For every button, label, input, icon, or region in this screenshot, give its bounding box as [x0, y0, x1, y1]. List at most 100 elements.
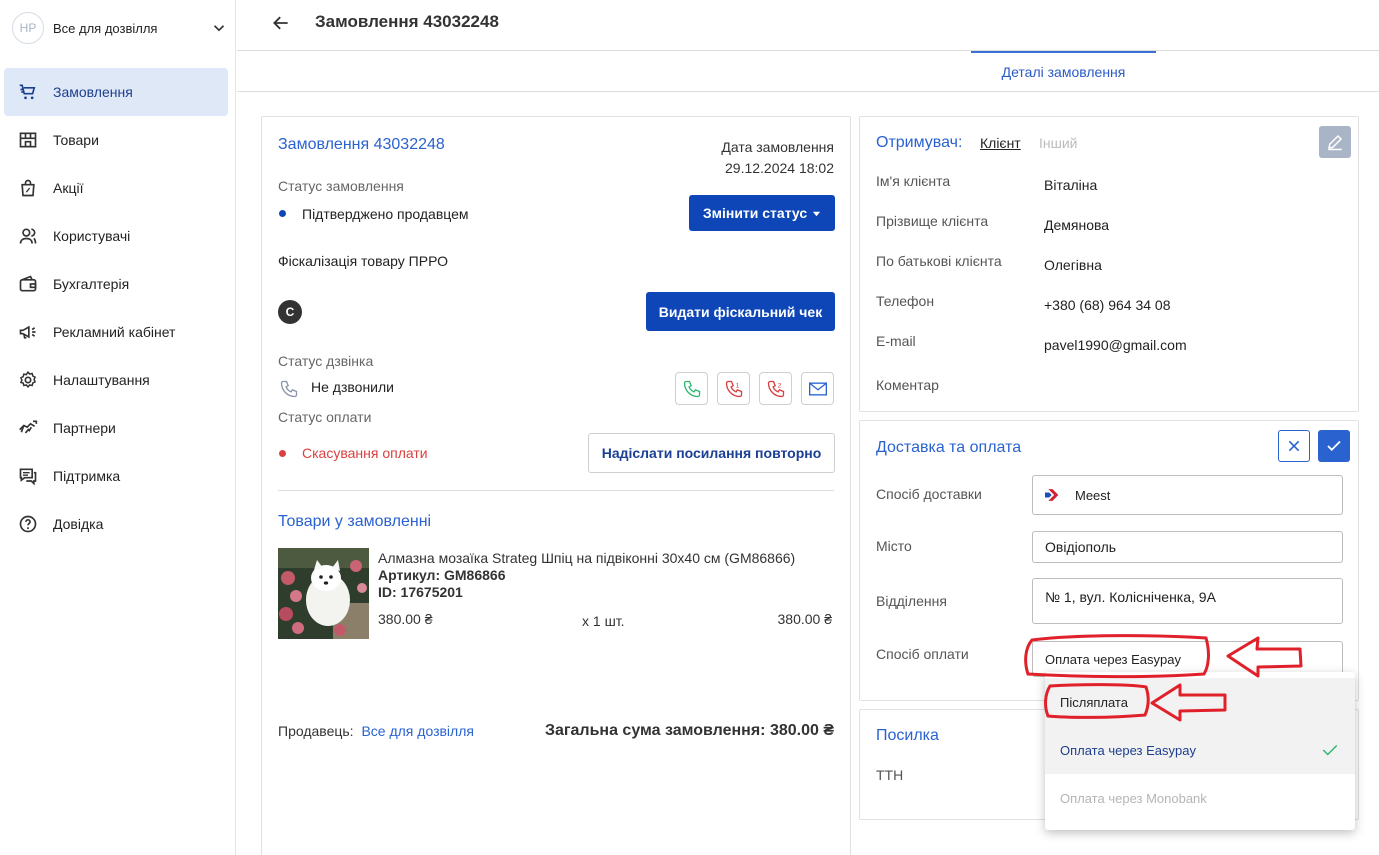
field-value: Віталіна — [1044, 177, 1098, 193]
branch-label: Відділення — [876, 593, 947, 609]
promo-bag-icon — [21, 179, 35, 197]
products-title: Товари у замовленні — [278, 513, 432, 530]
payment-status-value: Скасування оплати — [302, 445, 428, 461]
product-image[interactable] — [278, 548, 369, 639]
page-title: Замовлення 43032248 — [315, 12, 499, 31]
sidebar-item-products[interactable]: Товари — [4, 116, 228, 164]
sidebar-item-orders[interactable]: Замовлення — [4, 68, 228, 116]
svg-text:1: 1 — [735, 382, 739, 389]
cart-icon — [19, 84, 36, 100]
order-card: Замовлення 43032248 Дата замовлення 29.1… — [261, 116, 851, 855]
help-icon — [19, 515, 37, 533]
seller-label: Продавець: — [278, 723, 354, 739]
sidebar-item-partners[interactable]: Партнери — [4, 404, 228, 452]
phone-green-icon — [683, 380, 700, 397]
sidebar-item-label: Налаштування — [53, 372, 150, 388]
change-status-label: Змінити статус — [702, 205, 808, 221]
field-value: +380 (68) 964 34 08 — [1044, 297, 1171, 313]
product-qty: x 1 шт. — [582, 613, 625, 629]
sidebar-item-settings[interactable]: Налаштування — [4, 356, 228, 404]
field-label: Коментар — [876, 377, 939, 393]
handshake-icon — [19, 420, 38, 434]
phone-missed-twice-icon: 2 — [767, 380, 784, 397]
seller: Продавець: Все для дозвілля — [278, 723, 474, 739]
save-edit-button[interactable] — [1318, 430, 1350, 462]
sidebar-item-accounting[interactable]: Бухгалтерія — [4, 260, 228, 308]
product-sku: Артикул: GM86866 — [378, 567, 506, 583]
svg-text:2: 2 — [777, 382, 781, 389]
send-email-button[interactable] — [801, 372, 834, 405]
payment-status-label: Статус оплати — [278, 409, 372, 425]
shop-name: Все для дозвілля — [53, 20, 158, 36]
dropdown-option-cod[interactable]: Післяплата — [1045, 678, 1355, 726]
delivery-title: Доставка та оплата — [876, 439, 1022, 456]
order-date: Дата замовлення 29.12.2024 18:02 — [721, 137, 834, 179]
seller-link[interactable]: Все для дозвілля — [361, 723, 474, 739]
dropdown-option-label: Оплата через Easypay — [1060, 742, 1196, 758]
field-label: По батькові клієнта — [876, 253, 1002, 269]
call-missed-button[interactable]: 1 — [717, 372, 750, 405]
fiscal-label: Фіскалізація товару ПРРО — [278, 253, 449, 269]
sidebar-item-promos[interactable]: Акції — [4, 164, 228, 212]
call-status-label: Статус дзвінка — [278, 353, 374, 369]
divider — [278, 490, 834, 491]
recipient-tab-other[interactable]: Інший — [1039, 135, 1078, 151]
payment-status-dot — [279, 450, 286, 457]
sidebar-item-label: Замовлення — [53, 84, 133, 100]
branch-input[interactable]: № 1, вул. Колісніченка, 9А — [1032, 578, 1343, 624]
sidebar-item-users[interactable]: Користувачі — [4, 212, 228, 260]
fiscal-badge: C — [278, 300, 302, 324]
fiscal-receipt-button[interactable]: Видати фіскальний чек — [646, 292, 835, 331]
field-label: Телефон — [876, 293, 935, 309]
product-total: 380.00 ₴ — [777, 611, 833, 627]
chat-icon — [19, 468, 37, 486]
chevron-down-icon[interactable] — [210, 19, 228, 37]
delivery-card: Доставка та оплата Спосіб доставки Meest… — [859, 420, 1359, 701]
store-icon — [19, 132, 37, 148]
tabs-bar: Деталі замовлення — [237, 51, 1379, 92]
dropdown-option-monobank: Оплата через Monobank — [1060, 790, 1207, 806]
sidebar: HP Все для дозвілля Замовлення Товари Ак… — [0, 0, 236, 855]
order-status-value: Підтверджено продавцем — [302, 206, 469, 222]
cancel-edit-button[interactable] — [1278, 430, 1310, 462]
envelope-icon — [808, 382, 827, 395]
megaphone-icon — [19, 325, 36, 339]
field-label: Ім'я клієнта — [876, 173, 951, 189]
sidebar-item-label: Партнери — [53, 420, 116, 436]
recipient-tab-client[interactable]: Клієнт — [980, 135, 1021, 151]
tab-order-details[interactable]: Деталі замовлення — [971, 51, 1156, 91]
sidebar-item-label: Бухгалтерія — [53, 276, 130, 292]
sidebar-item-ads[interactable]: Рекламний кабінет — [4, 308, 228, 356]
back-arrow-icon[interactable] — [271, 13, 291, 33]
shop-avatar: HP — [12, 12, 44, 44]
sidebar-item-help[interactable]: Довідка — [4, 500, 228, 548]
sidebar-item-label: Рекламний кабінет — [53, 324, 176, 340]
order-date-value: 29.12.2024 18:02 — [725, 160, 834, 176]
resend-link-button[interactable]: Надіслати посилання повторно — [588, 433, 835, 473]
phone-missed-icon: 1 — [725, 380, 742, 397]
change-status-button[interactable]: Змінити статус — [689, 195, 835, 231]
sidebar-item-support[interactable]: Підтримка — [4, 452, 228, 500]
delivery-method-value: Meest — [1075, 487, 1111, 503]
product-name[interactable]: Алмазна мозаїка Strateg Шпіц на підвікон… — [378, 550, 795, 567]
recipient-title: Отримувач: — [876, 134, 963, 151]
payment-method-dropdown: Післяплата Оплата через Easypay Оплата ч… — [1045, 672, 1355, 830]
order-date-label: Дата замовлення — [721, 139, 834, 155]
sidebar-item-label: Довідка — [53, 516, 104, 532]
sidebar-item-label: Акції — [53, 180, 84, 196]
caret-down-icon — [813, 211, 821, 216]
sidebar-item-label: Товари — [53, 132, 99, 148]
users-icon — [19, 228, 37, 244]
edit-recipient-button[interactable] — [1319, 126, 1351, 158]
call-success-button[interactable] — [675, 372, 708, 405]
recipient-card: Отримувач: Клієнт Інший Ім'я клієнта Віт… — [859, 116, 1359, 412]
dropdown-option-easypay[interactable]: Оплата через Easypay — [1045, 726, 1355, 774]
field-value: pavel1990@gmail.com — [1044, 337, 1187, 353]
shop-switcher[interactable]: HP Все для дозвілля — [12, 12, 228, 44]
check-icon — [1322, 744, 1338, 756]
delivery-method-select[interactable]: Meest — [1032, 475, 1343, 515]
field-label: Прізвище клієнта — [876, 213, 989, 229]
city-input[interactable]: Овідіополь — [1032, 531, 1343, 563]
call-missed-twice-button[interactable]: 2 — [759, 372, 792, 405]
wallet-icon — [19, 275, 37, 292]
